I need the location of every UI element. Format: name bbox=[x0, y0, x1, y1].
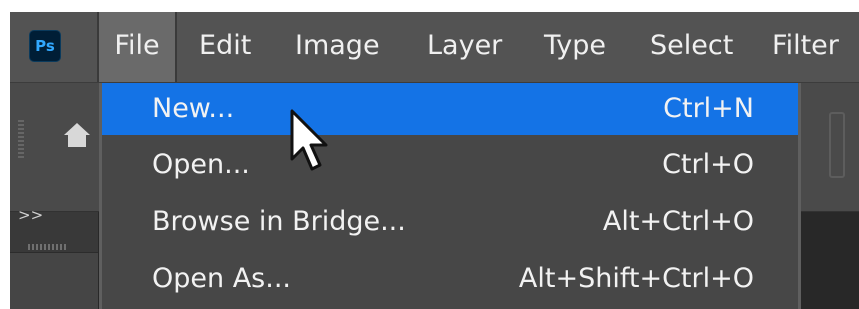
menu-bar: Ps File Edit Image Layer Type Select Fil… bbox=[10, 12, 859, 82]
menu-layer[interactable]: Layer bbox=[427, 12, 502, 82]
menu-file[interactable]: File bbox=[97, 12, 177, 82]
menu-type[interactable]: Type bbox=[544, 12, 606, 82]
options-bar-control[interactable] bbox=[829, 112, 845, 178]
photoshop-logo[interactable]: Ps bbox=[29, 30, 61, 62]
home-icon[interactable] bbox=[62, 120, 92, 150]
menu-item-shortcut: Ctrl+O bbox=[662, 149, 754, 180]
menu-item-new[interactable]: New... Ctrl+N bbox=[102, 83, 798, 135]
menu-image[interactable]: Image bbox=[295, 12, 380, 82]
menu-item-shortcut: Alt+Ctrl+O bbox=[602, 206, 754, 237]
menu-item-label: Open As... bbox=[152, 263, 291, 294]
menu-item-open-as[interactable]: Open As... Alt+Shift+Ctrl+O bbox=[102, 253, 798, 305]
menu-select[interactable]: Select bbox=[650, 12, 733, 82]
menu-item-label: Browse in Bridge... bbox=[152, 206, 406, 237]
menu-item-open[interactable]: Open... Ctrl+O bbox=[102, 139, 798, 191]
menu-item-shortcut: Ctrl+N bbox=[663, 93, 754, 124]
menu-item-label: New... bbox=[152, 93, 235, 124]
mouse-pointer-icon bbox=[290, 109, 328, 171]
tools-panel-grip[interactable] bbox=[28, 244, 68, 250]
menu-item-browse-in-bridge[interactable]: Browse in Bridge... Alt+Ctrl+O bbox=[102, 196, 798, 248]
menu-item-shortcut: Alt+Shift+Ctrl+O bbox=[518, 263, 754, 294]
file-menu-dropdown: New... Ctrl+N Open... Ctrl+O Browse in B… bbox=[99, 83, 801, 309]
menu-filter[interactable]: Filter bbox=[772, 12, 839, 82]
tools-panel bbox=[10, 252, 98, 309]
expand-panel-icon[interactable]: >> bbox=[18, 206, 43, 224]
menu-edit[interactable]: Edit bbox=[199, 12, 251, 82]
options-bar-grip[interactable] bbox=[18, 118, 24, 158]
menu-item-label: Open... bbox=[152, 149, 250, 180]
